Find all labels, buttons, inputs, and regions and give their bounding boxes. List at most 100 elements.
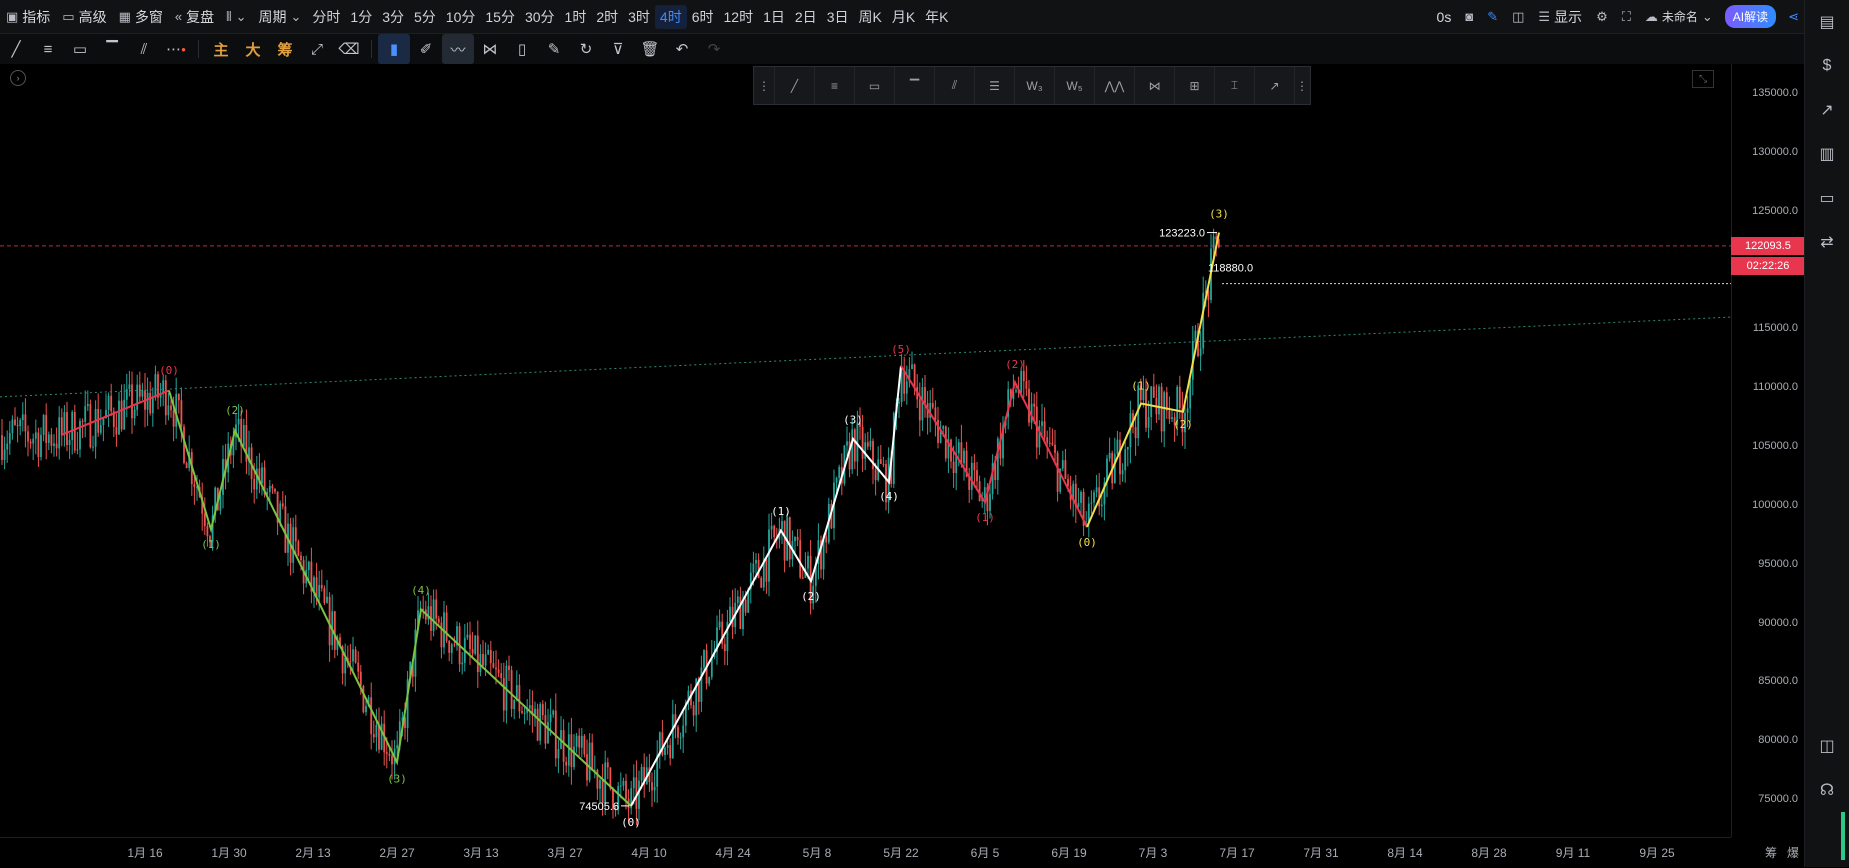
fib-levels-icon[interactable]: ☰ <box>975 67 1015 104</box>
period-8[interactable]: 2时 <box>591 0 623 33</box>
period-7[interactable]: 1时 <box>560 0 592 33</box>
main-chart-button[interactable]: 主 <box>205 34 237 64</box>
indicators-button[interactable]: ▣ 指标 <box>0 0 56 33</box>
eraser-icon[interactable]: ⌫ <box>333 34 365 64</box>
undo-icon[interactable]: ↶ <box>666 34 698 64</box>
period-16[interactable]: 周K <box>853 0 886 33</box>
wave-3-icon[interactable]: W₃ <box>1015 67 1055 104</box>
share-icon[interactable]: ⋖ <box>1782 0 1805 33</box>
period-13[interactable]: 1日 <box>758 0 790 33</box>
period-5[interactable]: 15分 <box>480 0 520 33</box>
candle <box>500 663 503 686</box>
wave-yellow[interactable] <box>1086 232 1220 528</box>
wave-5-icon[interactable]: W₅ <box>1055 67 1095 104</box>
period-2[interactable]: 3分 <box>377 0 409 33</box>
rectangle-tool-icon[interactable]: ▭ <box>64 34 96 64</box>
candle <box>513 699 516 720</box>
measure-icon[interactable]: ⊞ <box>1175 67 1215 104</box>
candle <box>638 770 640 821</box>
rectangle-icon[interactable]: ▭ <box>855 67 895 104</box>
edit-icon[interactable]: ✎ <box>538 34 570 64</box>
date-range-icon[interactable]: ⌶ <box>1215 67 1255 104</box>
filter-icon[interactable]: ⊽ <box>602 34 634 64</box>
ruler-tool-icon[interactable]: ▔ <box>96 34 128 64</box>
bookmark-icon[interactable]: ▮ <box>378 34 410 64</box>
dollar-icon[interactable]: $ <box>1805 44 1849 88</box>
period-11[interactable]: 6时 <box>687 0 719 33</box>
save-cloud-button[interactable]: ☁ 未命名 ⌄ <box>1639 0 1719 33</box>
drag-handle-icon[interactable]: ⋮ <box>754 67 775 104</box>
fullscreen-icon[interactable]: ⛶ <box>1616 0 1637 33</box>
candle <box>190 448 193 496</box>
more-handle-icon[interactable]: ⋮ <box>1295 67 1309 104</box>
candle <box>21 402 24 432</box>
camera-icon[interactable]: ◙ <box>1459 0 1479 33</box>
wave-red[interactable] <box>900 365 1088 528</box>
pitchfork-icon[interactable]: ⫽ <box>935 67 975 104</box>
trend-line[interactable] <box>0 316 1731 398</box>
bar-chart-icon[interactable]: ▥ <box>1805 132 1849 176</box>
document-icon[interactable]: ▤ <box>1805 0 1849 44</box>
trend-line-icon[interactable]: ╱ <box>775 67 815 104</box>
magnet-icon[interactable]: ⋈ <box>474 34 506 64</box>
price-axis[interactable]: 135000.0130000.0125000.0120000.0115000.0… <box>1731 64 1806 837</box>
layout-icon[interactable]: ◫ <box>1506 0 1530 33</box>
period-9[interactable]: 3时 <box>623 0 655 33</box>
candle <box>1030 392 1033 430</box>
arrow-line-icon[interactable]: ↗ <box>1255 67 1295 104</box>
ai-interpret-button[interactable]: AI解读 <box>1724 5 1777 28</box>
lock-icon[interactable]: ▯ <box>506 34 538 64</box>
pencil-icon[interactable]: ✐ <box>410 34 442 64</box>
link-icon[interactable]: ⤢ <box>301 34 333 64</box>
time-axis-button[interactable]: 爆 <box>1787 844 1799 861</box>
maximize-icon[interactable]: ⤡ <box>1692 70 1714 88</box>
period-dropdown[interactable]: 周期 ⌄ <box>253 0 308 33</box>
time-axis-button[interactable]: 筹 <box>1765 844 1777 861</box>
exchange-icon[interactable]: ⇄ <box>1805 220 1849 264</box>
period-6[interactable]: 30分 <box>520 0 560 33</box>
more-tools-icon[interactable]: ⋯ ● <box>160 34 192 64</box>
display-button[interactable]: ☰ 显示 <box>1532 0 1588 33</box>
period-4[interactable]: 10分 <box>441 0 481 33</box>
head-shoulders-icon[interactable]: ⋀⋀ <box>1095 67 1135 104</box>
refresh-icon[interactable]: ↻ <box>570 34 602 64</box>
multi-window-button[interactable]: ▦ 多窗 <box>113 0 169 33</box>
pen-icon[interactable]: ✎ <box>1481 0 1504 33</box>
period-15[interactable]: 3日 <box>822 0 854 33</box>
wave-label: (1) <box>201 538 221 551</box>
trend-chart-icon[interactable]: ↗ <box>1805 88 1849 132</box>
price-range-icon[interactable]: ▔ <box>895 67 935 104</box>
wave-label: (3) <box>843 413 863 426</box>
parallel-lines-icon[interactable]: ≡ <box>32 34 64 64</box>
period-12[interactable]: 12时 <box>719 0 759 33</box>
trash-icon[interactable]: 🗑 <box>634 34 666 64</box>
period-14[interactable]: 2日 <box>790 0 822 33</box>
period-1[interactable]: 1分 <box>345 0 377 33</box>
advanced-button[interactable]: ▭ 高级 <box>56 0 112 33</box>
period-3[interactable]: 5分 <box>409 0 441 33</box>
brush-icon[interactable]: 〰 <box>442 34 474 64</box>
fib-tool-icon[interactable]: ⫽ <box>128 34 160 64</box>
chips-button[interactable]: 筹 <box>269 34 301 64</box>
period-18[interactable]: 年K <box>920 0 953 33</box>
settings-icon[interactable]: ⚙ <box>1590 0 1614 33</box>
redo-icon[interactable]: ↷ <box>698 34 730 64</box>
period-0[interactable]: 分时 <box>307 0 345 33</box>
chevron-down-icon: ⌄ <box>1701 8 1713 24</box>
large-orders-button[interactable]: 大 <box>237 34 269 64</box>
candle <box>547 708 549 744</box>
collapse-icon[interactable]: › <box>10 70 26 86</box>
triangle-pattern-icon[interactable]: ⋈ <box>1135 67 1175 104</box>
period-17[interactable]: 月K <box>887 0 920 33</box>
time-axis[interactable]: 1月 16 1月 30 2月 13 2月 27 3月 13 3月 27 4月 10 4月 24… <box>0 837 1799 868</box>
replay-button[interactable]: «复盘 <box>169 0 220 33</box>
chart-type-dropdown[interactable]: ⫴ ⌄ <box>220 0 252 33</box>
wallet-icon[interactable]: ▭ <box>1805 176 1849 220</box>
layout-panel-icon[interactable]: ◫ <box>1805 724 1849 768</box>
candle <box>1155 384 1158 423</box>
headset-icon[interactable]: ☊ <box>1805 768 1849 812</box>
period-10[interactable]: 4时 <box>654 4 687 29</box>
price-chart[interactable]: (0) (1) (2) (3) (4) (0) (1) (2) (3) (4) (5) (1) (2) (… <box>0 64 1731 837</box>
parallel-channel-icon[interactable]: ≡ <box>815 67 855 104</box>
line-tool-icon[interactable]: ╱ <box>0 34 32 64</box>
